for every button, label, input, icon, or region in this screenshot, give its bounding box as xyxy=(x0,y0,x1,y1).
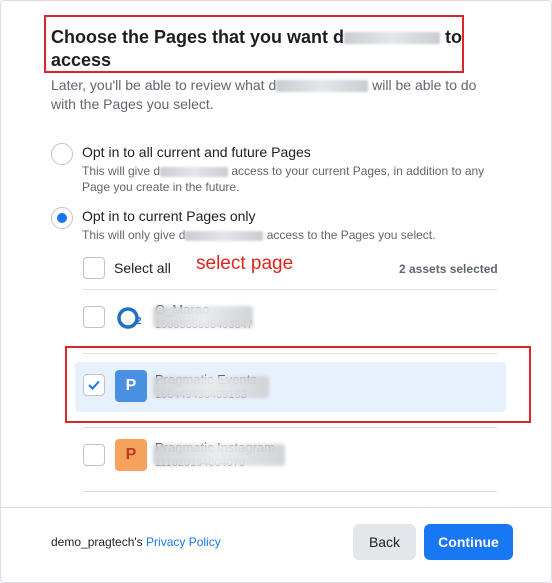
page-checkbox[interactable] xyxy=(83,306,105,328)
privacy-policy-link[interactable]: Privacy Policy xyxy=(146,535,221,549)
redacted-app-name xyxy=(185,230,264,241)
option-current-pages-label: Opt in to current Pages only xyxy=(82,208,256,224)
redacted-app-name xyxy=(160,166,229,177)
select-all-label: Select all xyxy=(114,260,171,276)
option-all-pages-radio[interactable] xyxy=(51,143,73,165)
page-row-pragmatic-instagram[interactable]: P Pragmatic Instagram 111820194004070 xyxy=(75,430,506,480)
option-current-pages-sub: This will only give d access to the Page… xyxy=(82,227,502,243)
annotation-select-page: select page xyxy=(196,253,294,274)
footer-privacy: demo_pragtech's Privacy Policy xyxy=(51,535,221,549)
back-button[interactable]: Back xyxy=(353,524,416,560)
divider xyxy=(83,289,497,290)
option-all-pages-label: Opt in to all current and future Pages xyxy=(82,144,311,160)
option-all-pages-sub: This will give d access to your current … xyxy=(82,163,502,195)
description-text-start: Later, you'll be able to review what d xyxy=(51,77,277,93)
description-text-end: will be able to do xyxy=(368,77,477,93)
page-checkbox[interactable] xyxy=(83,444,105,466)
option-sub-text-start: This will give d xyxy=(82,164,161,178)
assets-selected-count: 2 assets selected xyxy=(399,262,498,276)
footer-owner: demo_pragtech's xyxy=(51,535,143,549)
option-current-pages-radio[interactable] xyxy=(51,207,73,229)
title-highlight-box xyxy=(44,15,464,73)
divider xyxy=(83,491,497,492)
select-all-checkbox[interactable] xyxy=(83,257,105,279)
redacted-page-info xyxy=(153,306,253,328)
svg-text:2: 2 xyxy=(136,316,142,327)
footer-divider xyxy=(0,507,552,508)
page-description: Later, you'll be able to review what d w… xyxy=(51,76,491,114)
selected-page-highlight-box xyxy=(65,346,531,423)
o2-logo-icon: 2 xyxy=(115,301,147,333)
page-row-o-marao[interactable]: 2 O_Marao 1508535895453847 xyxy=(75,292,506,342)
continue-button[interactable]: Continue xyxy=(424,524,513,560)
option-sub-text-end: access to the Pages you select. xyxy=(263,228,436,242)
option-sub-text-start: This will only give d xyxy=(82,228,186,242)
divider xyxy=(83,427,497,428)
page-initial-icon: P xyxy=(115,439,147,471)
redacted-page-info xyxy=(153,444,285,466)
redacted-app-name xyxy=(276,80,369,93)
description-text-line2: with the Pages you select. xyxy=(51,96,214,112)
